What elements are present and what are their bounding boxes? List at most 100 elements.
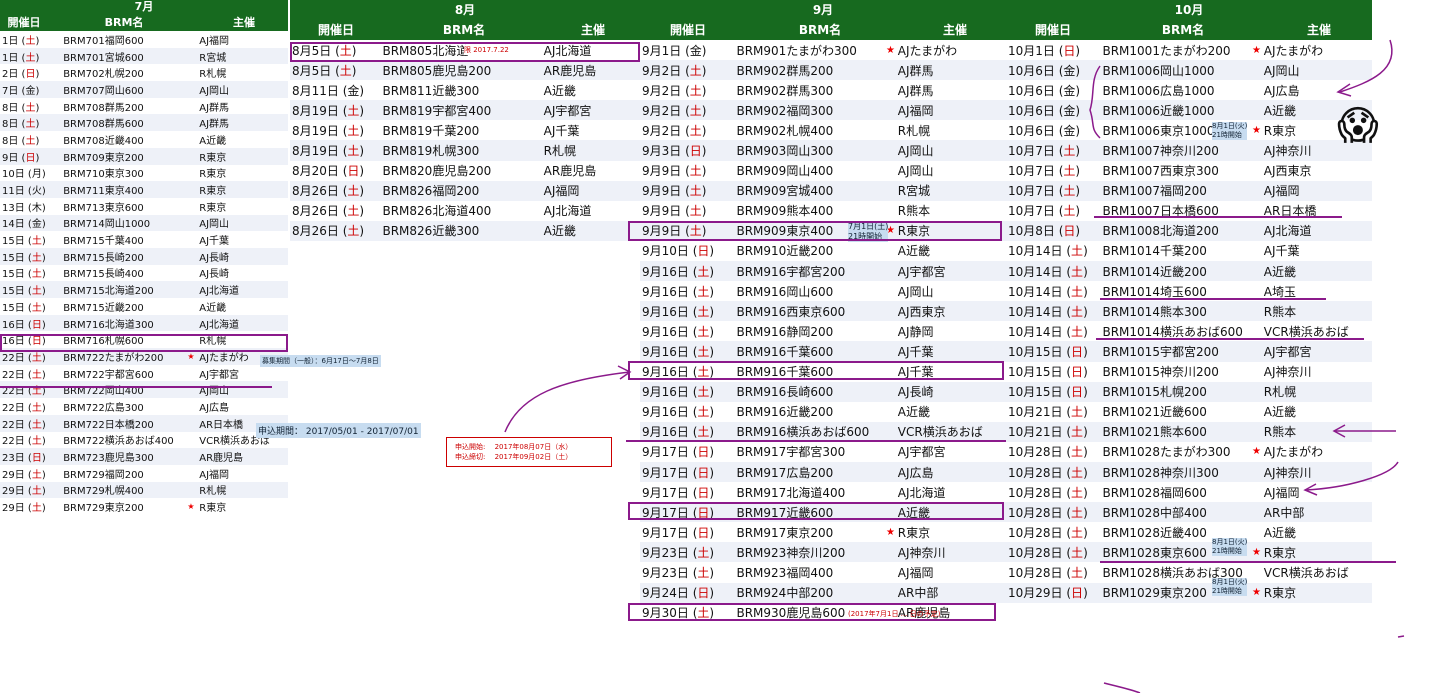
date-cell: 2日 (日) (2, 69, 40, 81)
header-row: 開催日 BRM名 主催 (640, 20, 1006, 40)
organizer-cell: AJ千葉 (1263, 244, 1300, 259)
date-text: 10月28日 (1008, 565, 1063, 580)
weekday-text: 日 (25, 152, 36, 164)
organizer-cell: AR鹿児島 (543, 164, 597, 179)
table-row: 10月28日 (土) BRM1028たまがわ300 ★ AJたまがわ (1006, 442, 1372, 462)
brm-name-cell: BRM1014千葉200 (1102, 244, 1207, 259)
date-cell: 7日 (金) (2, 85, 40, 97)
table-row: 1日 (土) BRM701宮城600 R宮城 (0, 47, 288, 65)
weekday-text: 金 (689, 43, 702, 58)
date-cell: 29日 (土) (2, 469, 46, 481)
weekday-text: 日 (1071, 586, 1084, 601)
table-row: 9月9日 (土) BRM909岡山400 AJ岡山 (640, 161, 1006, 181)
organizer-cell: AJ西東京 (1263, 164, 1312, 179)
weekday-text: 土 (689, 184, 702, 199)
weekday-text: 土 (689, 83, 702, 98)
weekday-text: 金 (1063, 83, 1076, 98)
weekday-text: 日 (1071, 385, 1084, 400)
weekday-text: 土 (1071, 425, 1084, 440)
date-cell: 10月1日 (日) (1008, 43, 1081, 58)
date-cell: 10月21日 (土) (1008, 405, 1088, 420)
date-text: 15日 (2, 236, 25, 248)
brm-name-cell: BRM826近畿300 (382, 224, 480, 239)
date-cell: 10月7日 (土) (1008, 184, 1081, 199)
brm-name-cell: BRM715長崎400 (63, 269, 144, 281)
organizer-cell: AJ岡山 (897, 144, 934, 159)
table-row: 10月6日 (金) BRM1006岡山1000 AJ岡山 (1006, 60, 1372, 81)
header-brm: BRM名 (1161, 23, 1205, 37)
organizer-cell: AJたまがわ (1263, 445, 1324, 460)
brm-name-cell: BRM820鹿児島200 (382, 164, 492, 179)
brm-name-cell: BRM903岡山300 (736, 144, 834, 159)
brm-name-cell: BRM917宇都宮300 (736, 445, 846, 460)
table-row: 13日 (木) BRM713東京600 R東京 (0, 198, 288, 215)
date-text: 10月8日 (1008, 224, 1055, 239)
date-cell: 8月5日 (土) (292, 63, 357, 78)
date-cell: 15日 (土) (2, 269, 46, 281)
table-row: 8月11日 (金) BRM811近畿300 A近畿 (290, 80, 640, 100)
brm-name-cell: BRM722宇都宮600 (63, 369, 154, 381)
date-text: 9月16日 (642, 264, 689, 279)
brm-name-cell: BRM902群馬300 (736, 83, 834, 98)
star-mark: ★ (1252, 124, 1261, 136)
table-row: 9月16日 (土) BRM916静岡200 AJ静岡 (640, 321, 1006, 341)
weekday-text: 日 (689, 144, 702, 159)
date-text: 10月28日 (1008, 445, 1063, 460)
date-cell: 10月21日 (土) (1008, 425, 1088, 440)
table-row: 9月16日 (土) BRM916宇都宮200 AJ宇都宮 (640, 261, 1006, 282)
date-text: 10日 (2, 169, 25, 181)
brm-name-cell: BRM902群馬200 (736, 63, 834, 78)
organizer-cell: AJたまがわ (1263, 43, 1324, 58)
weekday-text: 土 (1071, 445, 1084, 460)
organizer-cell: AJ長崎 (897, 385, 934, 400)
date-text: 10月7日 (1008, 184, 1055, 199)
weekday-text: 日 (25, 69, 36, 81)
highlight-sep-917-kinki (628, 502, 1004, 520)
header-row: 開催日 BRM名 主催 (290, 20, 640, 40)
organizer-cell: AJ神奈川 (1263, 365, 1312, 380)
organizer-cell: R東京 (199, 186, 227, 198)
date-cell: 8日 (土) (2, 102, 40, 114)
date-cell: 8日 (土) (2, 119, 40, 131)
stroke-bottom-right (1103, 682, 1141, 693)
organizer-cell: A近畿 (1263, 525, 1297, 540)
august-table: 8月 開催日 BRM名 主催 8月5日 (土) BRM805北海道600 AJ北海道… (290, 0, 640, 241)
date-text: 10月15日 (1008, 385, 1063, 400)
organizer-cell: A近畿 (897, 405, 931, 420)
date-cell: 10月14日 (土) (1008, 264, 1088, 279)
date-text: 8月11日 (292, 83, 339, 98)
date-text: 10月15日 (1008, 344, 1063, 359)
table-row: 9月2日 (土) BRM902札幌400 R札幌 (640, 120, 1006, 140)
date-text: 9月2日 (642, 123, 682, 138)
table-row: 9月16日 (土) BRM916西東京600 AJ西東京 (640, 301, 1006, 322)
table-row: 8月5日 (土) BRM805鹿児島200 AR鹿児島 (290, 60, 640, 81)
table-row: 9月23日 (土) BRM923福岡400 AJ福岡 (640, 562, 1006, 582)
organizer-cell: AJ広島 (897, 465, 934, 480)
date-cell: 10月28日 (土) (1008, 545, 1088, 560)
highlight-sep-916-chiba (628, 361, 1004, 380)
table-row: 2日 (日) BRM702札幌200 R札幌 (0, 64, 288, 81)
table-row: 9月16日 (土) BRM916千葉600 AJ千葉 (640, 341, 1006, 362)
month-title-july: 7月 (0, 0, 288, 14)
organizer-cell: AJ静岡 (897, 324, 934, 339)
weekday-text: 木 (31, 202, 42, 214)
date-text: 10月15日 (1008, 365, 1063, 380)
organizer-cell: AJ群馬 (199, 119, 230, 131)
brm-name-cell: BRM1015宇都宮200 (1102, 344, 1219, 359)
weekday-text: 土 (31, 269, 42, 281)
date-cell: 9月2日 (土) (642, 63, 707, 78)
weekday-text: 土 (1071, 505, 1084, 520)
date-text: 22日 (2, 402, 25, 414)
table-row: 10月28日 (土) BRM1028東京600 ★ R東京 (1006, 542, 1372, 563)
organizer-cell: R東京 (199, 169, 227, 181)
weekday-text: 土 (31, 302, 42, 314)
table-row: 15日 (土) BRM715北海道200 AJ北海道 (0, 281, 288, 298)
date-text: 9月16日 (642, 344, 689, 359)
table-row: 8月26日 (土) BRM826近畿300 A近畿 (290, 220, 640, 241)
date-cell: 8月11日 (金) (292, 83, 365, 98)
weekday-text: 土 (347, 144, 360, 159)
table-row: 10月15日 (日) BRM1015宇都宮200 AJ宇都宮 (1006, 341, 1372, 362)
table-row: 10月28日 (土) BRM1028近畿400 A近畿 (1006, 522, 1372, 542)
brm-name-cell: BRM910近畿200 (736, 244, 834, 259)
brm-name-cell: BRM826福岡200 (382, 184, 480, 199)
